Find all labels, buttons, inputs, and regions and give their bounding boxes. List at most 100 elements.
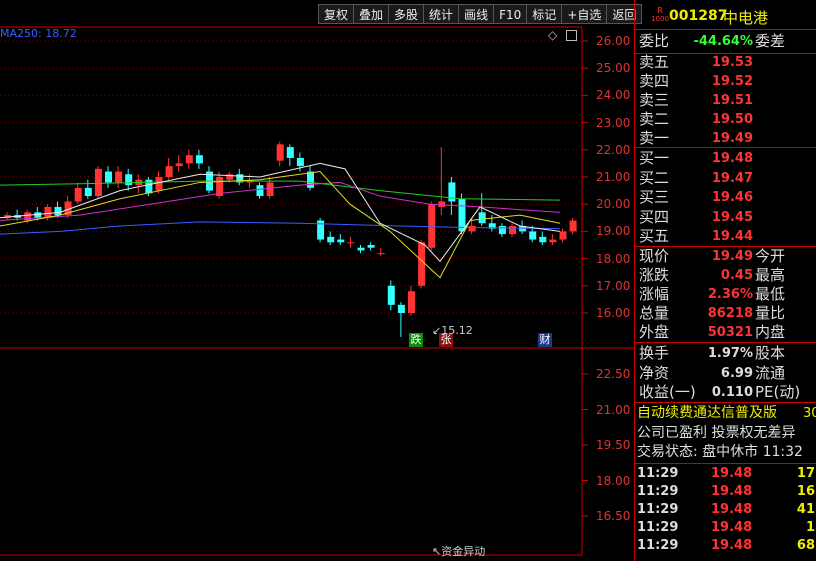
candle [94, 168, 102, 197]
quote-row: 涨幅 2.36% 最低 [637, 284, 816, 305]
tick-time: 11:29 [637, 466, 679, 481]
toolbar-button[interactable]: 叠加 [354, 4, 390, 24]
row-label: 买五 [639, 227, 670, 245]
lower-tick-label: 16.50 [596, 509, 631, 523]
candle [347, 242, 355, 244]
tick-time: 11:29 [637, 520, 679, 535]
candle [549, 239, 557, 243]
order-ratio-row: 委比 -44.64% 委差 [637, 31, 816, 52]
ratio-label2: 委差 [755, 32, 786, 50]
ratio-label: 委比 [639, 32, 670, 50]
lower-tick-label: 22.50 [596, 367, 631, 381]
candle [498, 225, 506, 235]
diamond-icon[interactable]: ◇ [548, 28, 557, 42]
finance-row: 换手 1.97% 股本 [637, 343, 816, 364]
low-price-value: 15.12 [441, 324, 473, 337]
toolbar-button[interactable]: 统计 [424, 4, 460, 24]
candle [44, 206, 52, 218]
candle [377, 253, 385, 255]
candle [276, 144, 284, 161]
row-label: 外盘 [639, 323, 670, 341]
row-label2: 股本 [755, 344, 786, 362]
stock-name: 中电港 [723, 9, 769, 27]
asks-row: 卖二 19.50 [637, 109, 816, 130]
row-label: 现价 [639, 247, 670, 265]
toolbar-button[interactable]: 多股 [389, 4, 425, 24]
row-value: 19.46 [711, 190, 753, 205]
row-value: 19.49 [711, 249, 753, 264]
price-tick-label: 24.00 [596, 88, 631, 103]
candle [175, 163, 183, 167]
price-tick-label: 16.00 [596, 306, 631, 320]
row-value: 19.52 [711, 74, 753, 89]
tick-vol: 1 [805, 520, 815, 535]
price-tick-label: 26.00 [596, 34, 631, 48]
price-tick-label: 22.00 [596, 142, 631, 157]
price-tick-label: 19.00 [596, 224, 631, 239]
ma30-line [0, 181, 561, 222]
tick-price: 19.48 [711, 538, 753, 553]
row-label: 涨跌 [639, 266, 670, 284]
kline-chart[interactable] [0, 0, 634, 561]
toolbar-button[interactable]: +自选 [562, 4, 608, 24]
candle [478, 212, 486, 224]
toolbar-button[interactable]: 标记 [527, 4, 563, 24]
tick-vol: 41 [796, 502, 815, 517]
tick-price: 19.48 [711, 520, 753, 535]
window-toggle-icon[interactable] [566, 30, 577, 41]
tick-row: 11:29 19.48 68 [637, 537, 816, 555]
bids-row: 买一 19.48 [637, 148, 816, 169]
candle [569, 220, 577, 232]
info-line: 交易状态: 盘中休市 11:32 [637, 444, 803, 460]
candle [155, 177, 163, 191]
row-value: 19.47 [711, 170, 753, 186]
fund-flow-label[interactable]: ↖资金异动 [432, 543, 485, 559]
row-label2: 今开 [755, 247, 786, 265]
info-line: 公司已盈利 投票权无差异 [637, 424, 796, 441]
price-tick-label: 21.00 [596, 170, 631, 184]
quote-row: 总量 86218 量比 [637, 303, 816, 324]
candle [408, 291, 415, 313]
candle [397, 304, 405, 313]
row-label: 买三 [639, 188, 670, 206]
candle [387, 285, 395, 305]
tick-vol: 17 [796, 466, 815, 481]
event-marker[interactable]: 跌 [409, 333, 423, 347]
candle [115, 171, 123, 183]
tick-price: 19.48 [711, 502, 753, 517]
candle [337, 239, 345, 243]
tick-vol: 68 [796, 538, 815, 553]
price-tick-label: 18.00 [596, 251, 631, 266]
asks-row: 卖四 19.52 [637, 71, 816, 92]
toolbar-button[interactable]: 画线 [459, 4, 495, 24]
row-label: 买一 [639, 149, 670, 167]
bids-row: 买三 19.46 [637, 187, 816, 208]
row-label2: 最低 [755, 285, 786, 303]
asks-row: 卖三 19.51 [637, 90, 816, 111]
kline-chart-area[interactable]: MA250: 18.72 ◇ 26.00 25.00 24.00 23.00 22.00… [0, 0, 634, 561]
stock-badge: R 1000 [651, 6, 669, 26]
event-marker[interactable]: 财 [538, 333, 552, 347]
fund-flow-text: 资金异动 [441, 545, 486, 558]
candle [296, 157, 304, 167]
quote-panel: R 1000 001287 中电港 委比 -44.64% 委差 卖五 19.53 卖… [634, 0, 816, 561]
row-label: 卖四 [639, 72, 670, 90]
candle [458, 198, 466, 232]
toolbar-button[interactable]: F10 [494, 4, 528, 24]
tick-time: 11:29 [637, 484, 679, 499]
row-label: 卖一 [639, 129, 670, 147]
row-label: 涨幅 [639, 285, 670, 303]
tick-row: 11:29 19.48 17 [637, 465, 816, 483]
lower-tick-label: 18.00 [596, 473, 631, 488]
row-value: 19.49 [711, 131, 753, 146]
candle [185, 155, 193, 164]
tick-vol: 16 [796, 484, 815, 499]
row-value: 19.51 [711, 93, 753, 108]
candle [327, 236, 335, 243]
row-value: 19.50 [711, 112, 753, 127]
toolbar-button[interactable]: 复权 [318, 4, 355, 24]
row-label2: PE(动) [755, 383, 801, 401]
tick-time: 11:29 [637, 538, 679, 553]
finance-row: 净资 6.99 流通 [637, 363, 816, 384]
row-value: 19.44 [711, 229, 753, 244]
